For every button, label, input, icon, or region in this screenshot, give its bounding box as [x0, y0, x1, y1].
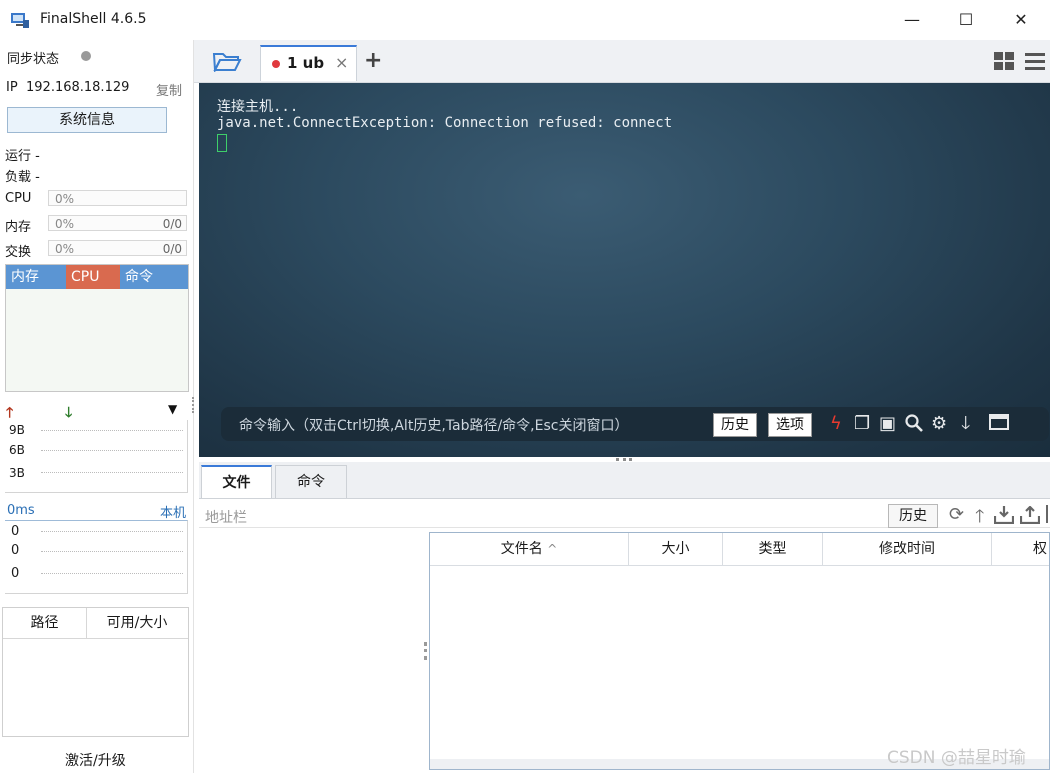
window-title: FinalShell 4.6.5: [40, 11, 147, 27]
sort-ascending-icon: ^: [547, 542, 558, 556]
latency-tick: 0: [11, 566, 20, 581]
cpu-meter: 0%: [48, 190, 187, 206]
window-icon[interactable]: [989, 414, 1009, 435]
session-tab-label: 1 ub: [287, 54, 325, 72]
grid-view-icon[interactable]: [994, 52, 1014, 74]
net-tick: 6B: [9, 443, 25, 457]
cpu-value: 0%: [55, 192, 75, 206]
mem-meter: 0% 0/0: [48, 215, 187, 231]
net-gridline: [41, 450, 183, 451]
proc-col-mem[interactable]: 内存: [6, 265, 66, 289]
mem-value: 0%: [55, 217, 75, 231]
swap-meter: 0% 0/0: [48, 240, 187, 256]
net-tick: 9B: [9, 423, 25, 437]
search-icon[interactable]: [905, 414, 923, 437]
add-tab-icon[interactable]: +: [364, 48, 382, 73]
command-input-bar: 命令输入（双击Ctrl切换,Alt历史,Tab路径/命令,Esc关闭窗口） 历史…: [221, 407, 1049, 441]
copy-icon[interactable]: ❐: [854, 414, 870, 434]
scroll-down-icon[interactable]: 🡓: [961, 414, 970, 434]
path-history-button[interactable]: 历史: [888, 504, 938, 528]
session-tab-bar: 1 ub × +: [194, 40, 1050, 83]
menu-icon[interactable]: [1025, 52, 1045, 74]
network-interface-dropdown-icon[interactable]: ▼: [168, 402, 177, 416]
title-bar: FinalShell 4.6.5 — ☐ ✕: [0, 0, 1050, 41]
cpu-label: CPU: [5, 191, 32, 206]
net-gridline: [41, 472, 183, 473]
col-modified-time[interactable]: 修改时间: [823, 533, 992, 565]
latency-tick: 0: [11, 524, 20, 539]
latency-tick: 0: [11, 543, 20, 558]
latency-gridline: [41, 573, 183, 574]
lightning-icon[interactable]: ϟ: [830, 414, 842, 434]
activate-upgrade-link[interactable]: 激活/升级: [65, 750, 126, 770]
latency-gridline: [41, 531, 183, 532]
up-directory-icon[interactable]: 🡑: [975, 504, 984, 534]
upload-icon[interactable]: [1019, 505, 1041, 528]
options-button[interactable]: 选项: [768, 413, 812, 437]
session-status-icon: [272, 60, 280, 68]
history-button[interactable]: 历史: [713, 413, 757, 437]
more-tools-icon[interactable]: [1046, 505, 1050, 523]
system-info-button[interactable]: 系统信息: [7, 107, 167, 133]
ip-label: IP: [6, 80, 18, 95]
latency-label: 0ms: [7, 503, 35, 518]
file-table: 文件名 ^ 大小 类型 修改时间 权: [429, 532, 1050, 770]
col-size[interactable]: 大小: [629, 533, 723, 565]
disk-col-size[interactable]: 可用/大小: [86, 608, 188, 639]
terminal-line: java.net.ConnectException: Connection re…: [217, 115, 673, 131]
sidebar: 同步状态 IP 192.168.18.129 复制 系统信息 运行 - 负载 -…: [0, 40, 194, 773]
disk-col-path[interactable]: 路径: [3, 608, 87, 639]
disk-table: 路径 可用/大小: [2, 607, 189, 737]
col-permissions[interactable]: 权: [992, 533, 1049, 565]
col-filename-label: 文件名: [500, 541, 543, 557]
tab-commands[interactable]: 命令: [275, 465, 347, 498]
minimize-button[interactable]: —: [892, 8, 932, 32]
net-gridline: [41, 430, 183, 431]
close-button[interactable]: ✕: [1001, 8, 1041, 32]
col-filename[interactable]: 文件名 ^: [430, 533, 629, 565]
terminal[interactable]: 连接主机... java.net.ConnectException: Conne…: [199, 83, 1050, 457]
copy-ip-button[interactable]: 复制: [156, 80, 182, 99]
latency-graph: 0 0 0: [5, 520, 188, 594]
sync-status-icon: [81, 51, 91, 61]
proc-col-cmd[interactable]: 命令: [120, 265, 188, 289]
latency-target-label[interactable]: 本机: [160, 502, 186, 521]
lower-panel-tabs: 文件 命令: [199, 462, 1050, 499]
swap-value: 0%: [55, 242, 75, 256]
folder-icon[interactable]: [212, 50, 242, 76]
download-icon[interactable]: [993, 506, 1015, 528]
latency-gridline: [41, 551, 183, 552]
sidebar-resize-handle[interactable]: [192, 397, 197, 413]
mem-ratio: 0/0: [162, 217, 182, 231]
ip-value[interactable]: 192.168.18.129: [26, 80, 129, 95]
swap-ratio: 0/0: [162, 242, 182, 256]
address-bar: 地址栏 历史 ⟳ 🡑: [199, 503, 1050, 528]
app-icon: [10, 10, 30, 30]
load-label: 负载 -: [5, 170, 40, 185]
run-label: 运行 -: [5, 149, 40, 164]
sync-status-label: 同步状态: [7, 52, 60, 67]
session-tab[interactable]: 1 ub ×: [260, 45, 357, 81]
process-panel: 内存 CPU 命令: [5, 264, 189, 392]
gear-icon[interactable]: ⚙: [931, 414, 947, 434]
process-header: 内存 CPU 命令: [6, 265, 188, 289]
address-input[interactable]: 地址栏: [205, 507, 247, 527]
mem-label: 内存: [5, 220, 32, 235]
terminal-line: 连接主机...: [217, 99, 299, 115]
command-input[interactable]: 命令输入（双击Ctrl切换,Alt历史,Tab路径/命令,Esc关闭窗口）: [239, 415, 628, 435]
swap-label: 交换: [5, 245, 32, 260]
network-graph: 9B 6B 3B: [5, 420, 188, 493]
col-type[interactable]: 类型: [723, 533, 823, 565]
maximize-button[interactable]: ☐: [946, 8, 986, 32]
watermark: CSDN @喆星时瑜: [887, 748, 1026, 768]
close-tab-icon[interactable]: ×: [335, 53, 348, 72]
proc-col-cpu[interactable]: CPU: [66, 265, 120, 289]
tab-files[interactable]: 文件: [201, 465, 272, 498]
terminal-cursor: [217, 134, 227, 152]
header-divider: [430, 565, 1049, 566]
refresh-icon[interactable]: ⟳: [949, 504, 964, 525]
net-tick: 3B: [9, 466, 25, 480]
paste-icon[interactable]: ▣: [879, 414, 896, 434]
